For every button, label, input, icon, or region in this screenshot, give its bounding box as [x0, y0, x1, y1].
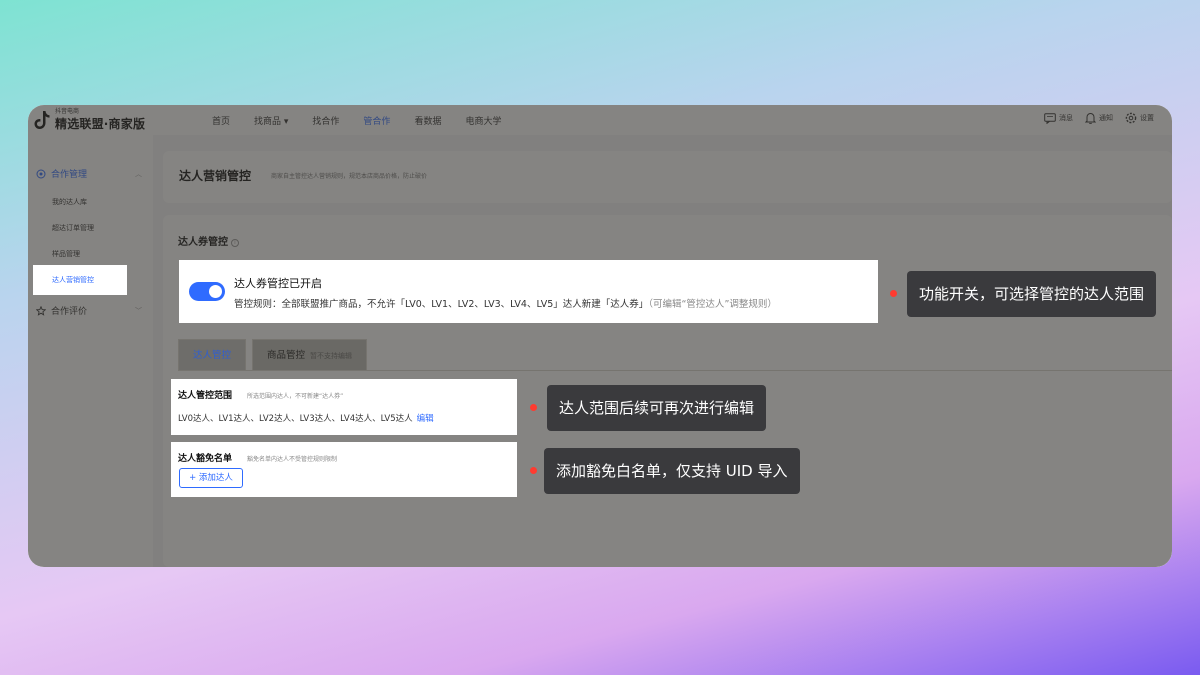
sidebar-group-cooperation[interactable]: 合作管理: [36, 167, 87, 180]
nav-item-university[interactable]: 电商大学: [465, 114, 501, 127]
nav-item-data[interactable]: 看数据: [414, 114, 441, 127]
nav-item-manage-cooperation[interactable]: 管合作: [363, 114, 390, 127]
tab-label: 商品管控: [267, 350, 306, 361]
star-icon: [36, 305, 46, 316]
gear-icon: [1125, 112, 1137, 124]
app-window: 抖音电商 精选联盟·商家版 首页 找商品 ▾ 找合作 管合作 看数据 电商大学 …: [28, 105, 1172, 567]
page-description: 商家自主管控达人营销规则，规范本店商品价格，防止破价: [271, 173, 428, 180]
sidebar-item-samples[interactable]: 样品管理: [52, 249, 80, 259]
tabs-container: 达人管控 商品管控 暂不支持编辑: [178, 339, 1172, 371]
nav-item-find-products[interactable]: 找商品 ▾: [254, 114, 288, 127]
toggle-rule-text: 管控规则：全部联盟推广商品，不允许「LV0、LV1、LV2、LV3、LV4、LV…: [234, 296, 777, 310]
tab-hint: 暂不支持编辑: [310, 352, 353, 360]
sidebar-group-label: 合作管理: [51, 170, 88, 180]
sidebar-group-review[interactable]: 合作评价: [36, 304, 87, 317]
tabs-divider: [178, 370, 1172, 371]
edit-scope-link[interactable]: 编辑: [417, 414, 434, 424]
nav-right-tools: 消息 通知 设置: [1032, 112, 1154, 124]
tab-creator-control[interactable]: 达人管控: [178, 339, 247, 370]
section-title: 达人券管控 i: [178, 233, 239, 248]
callout-scope: 达人范围后续可再次进行编辑: [547, 385, 767, 431]
section-title-text: 达人券管控: [178, 237, 228, 248]
callout-dot: [530, 467, 537, 474]
chevron-down-icon[interactable]: ﹀: [135, 306, 142, 316]
cooperation-icon: [36, 169, 46, 178]
page-header: 达人营销管控 商家自主管控达人营销规则，规范本店商品价格，防止破价: [163, 151, 1172, 203]
exempt-description: 豁免名单内达人不受管控规则限制: [247, 456, 338, 463]
scope-levels: LV0达人、LV1达人、LV2达人、LV3达人、LV4达人、LV5达人: [178, 414, 413, 424]
message-icon: [1044, 112, 1056, 124]
nav-item-find-cooperation[interactable]: 找合作: [312, 114, 339, 127]
control-toggle-switch[interactable]: [189, 282, 225, 301]
sidebar: 合作管理 ︿ 我的达人库 超达订单管理 样品管理 合作评价 ﹀: [28, 135, 153, 567]
sidebar-item-orders[interactable]: 超达订单管理: [52, 223, 94, 233]
sidebar-item-label: 达人营销管控: [52, 276, 94, 284]
info-icon[interactable]: i: [231, 239, 239, 247]
settings-button[interactable]: 设置: [1125, 112, 1154, 124]
rule-hint: （可编辑“管控达人”调整规则）: [648, 299, 777, 310]
exempt-block: 达人豁免名单 豁免名单内达人不受管控规则限制 + 添加达人: [171, 442, 517, 497]
chevron-up-icon[interactable]: ︿: [135, 169, 142, 179]
messages-label: 消息: [1059, 114, 1073, 122]
sidebar-group-label: 合作评价: [51, 307, 88, 317]
scope-value: LV0达人、LV1达人、LV2达人、LV3达人、LV4达人、LV5达人 编辑: [178, 412, 434, 424]
page-title: 达人营销管控: [179, 169, 252, 183]
toggle-status-title: 达人券管控已开启: [234, 277, 322, 290]
toggle-panel: 达人券管控已开启 管控规则：全部联盟推广商品，不允许「LV0、LV1、LV2、L…: [179, 260, 878, 323]
messages-button[interactable]: 消息: [1044, 112, 1073, 124]
settings-label: 设置: [1140, 114, 1154, 122]
main-nav: 首页 找商品 ▾ 找合作 管合作 看数据 电商大学: [212, 114, 525, 127]
logo-title: 精选联盟·商家版: [55, 117, 146, 131]
logo-subtitle: 抖音电商: [55, 108, 80, 115]
exempt-title: 达人豁免名单: [178, 454, 233, 464]
add-creator-button[interactable]: + 添加达人: [179, 468, 243, 488]
sidebar-item-my-creators[interactable]: 我的达人库: [52, 197, 87, 207]
callout-exempt: 添加豁免白名单，仅支持 UID 导入: [544, 448, 800, 494]
notifications-button[interactable]: 通知: [1085, 112, 1113, 124]
notifications-label: 通知: [1099, 114, 1113, 122]
sidebar-item-marketing-control[interactable]: 达人营销管控: [33, 265, 127, 295]
bell-icon: [1085, 112, 1096, 124]
nav-item-home[interactable]: 首页: [212, 114, 230, 127]
scope-description: 所选范围内达人，不可新建“达人券”: [247, 393, 344, 400]
tab-product-control[interactable]: 商品管控 暂不支持编辑: [252, 339, 368, 370]
rule-text: 管控规则：全部联盟推广商品，不允许「LV0、LV1、LV2、LV3、LV4、LV…: [234, 299, 649, 310]
top-nav-bar: 抖音电商 精选联盟·商家版 首页 找商品 ▾ 找合作 管合作 看数据 电商大学 …: [28, 105, 1172, 135]
tab-list: 达人管控 商品管控 暂不支持编辑: [178, 339, 373, 370]
callout-dot: [890, 290, 897, 297]
tab-label: 达人管控: [193, 350, 232, 361]
scope-title: 达人管控范围: [178, 391, 233, 401]
scope-block: 达人管控范围 所选范围内达人，不可新建“达人券” LV0达人、LV1达人、LV2…: [171, 379, 517, 435]
callout-toggle: 功能开关，可选择管控的达人范围: [907, 271, 1157, 317]
douyin-logo-icon: [34, 111, 50, 129]
callout-dot: [530, 404, 537, 411]
